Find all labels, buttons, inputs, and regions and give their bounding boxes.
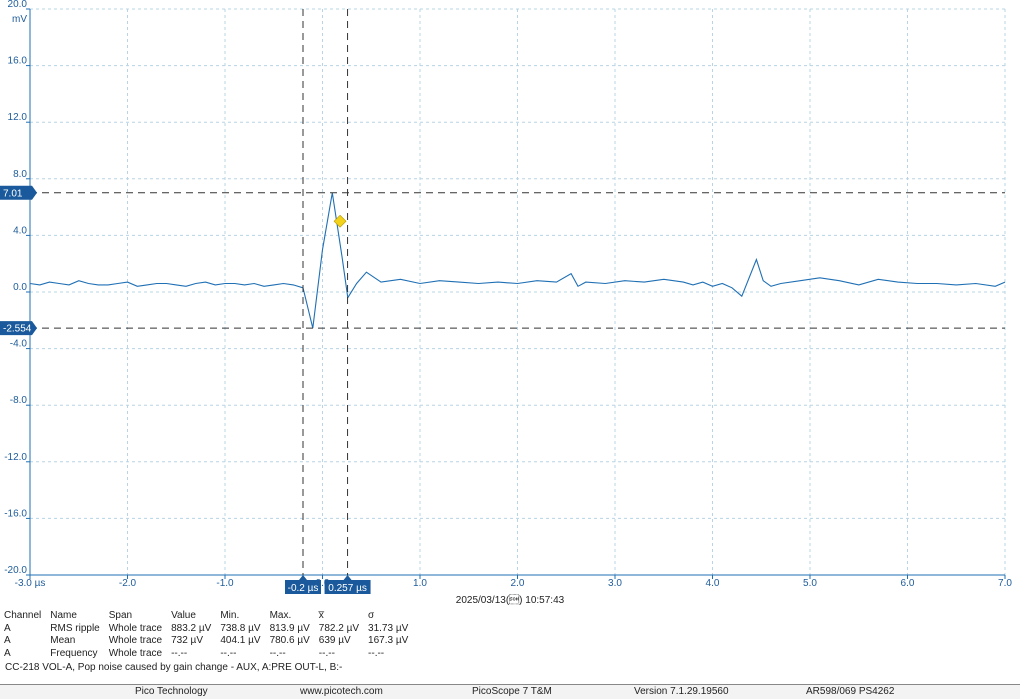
plot-grid [29, 8, 1006, 576]
measurements-cell: --.-- [368, 647, 385, 659]
measurements-cell: 738.8 µV [220, 622, 261, 634]
measurements-cell: 639 µV [318, 635, 351, 646]
y-tick-label: -4.0 [10, 339, 28, 350]
measurements-cell: A [4, 622, 11, 634]
measurements-cell: Mean [50, 635, 76, 646]
vertical-cursor-badge[interactable]: 0.257 µs [324, 575, 371, 594]
measurements-row[interactable]: A Frequency Whole trace --.-- --.-- --.-- --.-… [4, 648, 417, 661]
footer-product: PicoScope 7 T&M [472, 686, 552, 697]
measurements-cell: Whole trace [108, 635, 163, 646]
measurements-cell: --.-- [318, 647, 335, 659]
measurements-cell: 883.2 µV [171, 622, 212, 634]
measurements-cell: --.-- [171, 647, 188, 659]
measurements-cell: A [4, 635, 11, 646]
capture-timestamp: 2025/03/13() 10:57:43 [455, 595, 565, 606]
measurements-cell: 404.1 µV [220, 635, 261, 646]
x-tick-label: 6.0 [901, 578, 915, 589]
horizontal-cursor-label: 7.01 [3, 188, 23, 199]
oscilloscope-plot[interactable]: 7.01 -2.554 -0.2 µs 0.257 µs 20.0 16.0 12.0 8.… [0, 0, 1020, 600]
y-tick-label: 0.0 [13, 282, 27, 293]
horizontal-cursor-badge[interactable]: -2.554 [0, 321, 37, 336]
measurements-header-cell: Channel [4, 610, 42, 621]
x-tick-label: 2.0 [511, 578, 525, 589]
measurements-cell: 780.6 µV [269, 635, 310, 646]
cursor-layer[interactable]: 7.01 -2.554 -0.2 µs 0.257 µs [0, 9, 1005, 594]
y-tick-label: -8.0 [10, 395, 28, 406]
tick-labels: 20.0 16.0 12.0 8.0 4.0 0.0 -4.0 -8.0 -12.0 -16.0 -… [4, 0, 1012, 589]
measurements-header-cell: Max. [269, 610, 292, 621]
measurements-header-cell: σ [368, 610, 375, 621]
vertical-cursor-label: -0.2 µs [288, 583, 319, 594]
measurements-cell: 31.73 µV [368, 622, 409, 634]
measurements-cell: --.-- [220, 647, 237, 659]
y-tick-label: 20.0 [8, 0, 28, 10]
y-tick-label: 16.0 [8, 56, 28, 67]
y-tick-label: -20.0 [4, 565, 27, 576]
measurements-cell: 782.2 µV [318, 622, 360, 634]
measurements-cell: --.-- [269, 647, 286, 659]
measurements-header-cell: Value [171, 610, 196, 621]
footer-device: AR598/069 PS4262 [806, 686, 895, 697]
measurements-cell: RMS ripple [50, 622, 100, 634]
measurements-cell: 732 µV [171, 635, 203, 646]
footer-version: Version 7.1.29.19560 [634, 686, 729, 697]
x-tick-label: 1.0 [413, 578, 427, 589]
y-tick-label: -12.0 [4, 452, 27, 463]
measurements-table[interactable]: Channel Name Span Value Min. Max. x̅ σ A RMS ripp… [4, 610, 417, 660]
x-tick-label: 7.0 [998, 578, 1012, 589]
x-tick-label: 4.0 [706, 578, 720, 589]
footer-company: Pico Technology [135, 686, 208, 697]
measurements-header-cell: Name [50, 610, 77, 621]
measurements-header-cell: Min. [220, 610, 240, 621]
x-tick-label: -1.0 [216, 578, 234, 589]
x-tick-label: -3.0 µs [15, 578, 46, 589]
y-tick-label: 4.0 [13, 225, 27, 236]
measurements-header-cell: Span [108, 610, 133, 621]
capture-caption: CC-218 VOL-A, Pop noise caused by gain c… [5, 662, 343, 673]
y-tick-label: -16.0 [4, 508, 27, 519]
measurements-row[interactable]: A RMS ripple Whole trace 883.2 µV 738.8 µV 81… [4, 623, 417, 636]
footer-website: www.picotech.com [300, 686, 383, 697]
x-tick-label: 3.0 [608, 578, 622, 589]
y-tick-label: 12.0 [8, 112, 28, 123]
measurements-row[interactable]: A Mean Whole trace 732 µV 404.1 µV 780.6 µV 63… [4, 635, 417, 648]
measurements-cell: 813.9 µV [269, 622, 310, 634]
measurements-cell: A [4, 647, 11, 659]
vertical-cursor-label: 0.257 µs [328, 583, 367, 594]
measurements-cell: 167.3 µV [368, 635, 409, 646]
measurements-header-cell: x̅ [318, 610, 324, 621]
status-footer: Pico Technology www.picotech.com PicoSco… [0, 684, 1020, 699]
x-tick-label: 5.0 [803, 578, 817, 589]
y-tick-label: 8.0 [13, 169, 27, 180]
horizontal-cursor-label: -2.554 [3, 324, 32, 335]
x-tick-label: 0.0 [316, 578, 330, 589]
measurements-cell: Frequency [50, 647, 98, 659]
measurements-cell: Whole trace [108, 622, 163, 634]
plot-axes [26, 8, 1006, 579]
x-tick-label: -2.0 [119, 578, 137, 589]
horizontal-cursor-badge[interactable]: 7.01 [0, 185, 37, 200]
measurements-cell: Whole trace [108, 647, 163, 659]
measurements-header-row: Channel Name Span Value Min. Max. x̅ σ [4, 610, 417, 623]
y-unit-label: mV [12, 14, 27, 25]
